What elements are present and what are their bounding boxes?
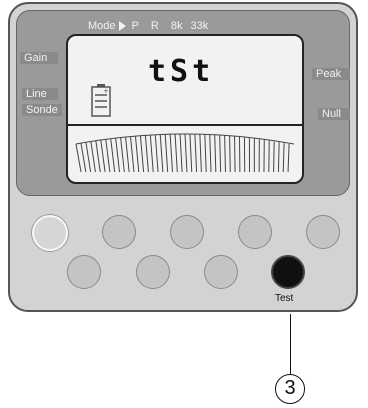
lcd-display: tSt + <box>66 34 304 184</box>
bargraph-segment <box>154 134 159 173</box>
bargraph-segment <box>120 137 125 173</box>
mode-label: Mode <box>88 20 116 32</box>
mode-option-p: P <box>131 20 139 32</box>
bargraph-segment <box>139 135 145 173</box>
button-6[interactable] <box>67 255 101 289</box>
battery-icon: + <box>91 84 111 117</box>
button-3[interactable] <box>170 215 204 249</box>
bargraph-segment <box>105 139 111 173</box>
mode-arrow-icon <box>118 21 126 32</box>
lcd-divider <box>68 124 302 126</box>
bargraph-segment <box>115 137 121 173</box>
callout-leader-line <box>290 314 291 374</box>
bargraph-segment <box>229 135 231 173</box>
test-label: Test <box>275 293 294 304</box>
gain-label: Gain <box>20 52 58 64</box>
button-4[interactable] <box>238 215 272 249</box>
mode-option-8k: 8k <box>170 20 183 32</box>
bargraph-segment <box>273 141 275 173</box>
button-7[interactable] <box>136 255 170 289</box>
bargraph-segment <box>169 134 173 173</box>
bargraph-segment <box>110 138 116 173</box>
bargraph-segment <box>209 134 212 173</box>
bargraph-segment <box>277 142 280 173</box>
bargraph-segment <box>130 136 135 173</box>
mode-option-r: R <box>150 20 159 32</box>
bargraph-segment <box>282 143 285 173</box>
null-label: Null <box>318 108 350 120</box>
bargraph-segment <box>75 143 82 173</box>
bargraph-segment <box>159 134 164 173</box>
line-label: Line <box>22 88 58 100</box>
peak-label: Peak <box>312 68 350 80</box>
test-button[interactable] <box>271 255 305 289</box>
bargraph-segment <box>184 133 188 173</box>
bargraph-segment <box>179 133 183 173</box>
signal-bargraph <box>75 133 295 173</box>
bargraph-segment <box>219 135 222 173</box>
button-8[interactable] <box>204 255 238 289</box>
bargraph-segment <box>174 134 178 173</box>
svg-text:+: + <box>103 87 109 95</box>
lcd-readout: tSt <box>148 54 215 89</box>
bargraph-segment <box>80 143 87 173</box>
bargraph-segment <box>164 134 169 173</box>
mode-option-33k: 33k <box>190 20 209 32</box>
button-2[interactable] <box>102 215 136 249</box>
bargraph-segment <box>149 134 154 173</box>
bargraph-segment <box>134 135 140 173</box>
bargraph-segment <box>100 139 106 173</box>
sonde-label: Sonde <box>22 104 62 116</box>
callout-marker: 3 <box>275 374 305 404</box>
bargraph-segment <box>194 134 198 173</box>
bargraph-segment <box>125 136 130 173</box>
bargraph-segment <box>90 141 96 173</box>
button-5[interactable] <box>306 215 340 249</box>
bargraph-segment <box>287 143 290 173</box>
bargraph-segment <box>95 140 101 173</box>
bargraph-segment <box>204 134 207 173</box>
bargraph-segment <box>85 142 92 173</box>
button-1[interactable] <box>32 215 68 251</box>
bargraph-segment <box>214 134 217 173</box>
bargraph-segment <box>199 134 202 173</box>
bargraph-segment <box>144 135 149 173</box>
mode-bar: Mode P R 8k 33k <box>88 20 288 32</box>
bargraph-segment <box>189 134 193 173</box>
bargraph-segment <box>224 135 226 173</box>
bargraph-segment <box>234 136 236 173</box>
